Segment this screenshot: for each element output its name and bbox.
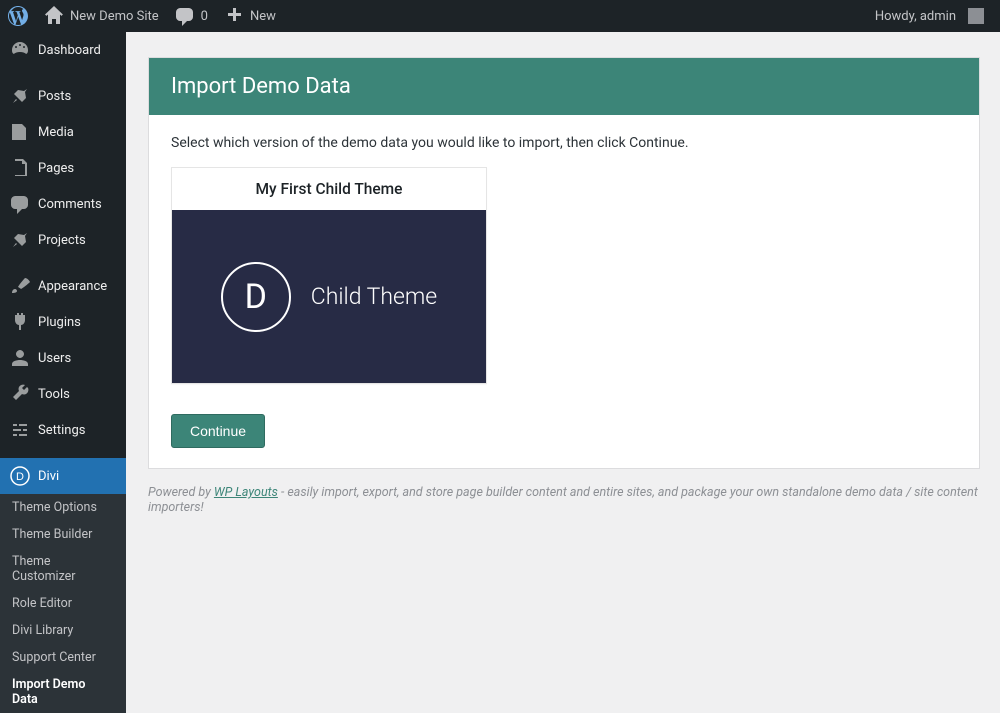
brush-icon: [10, 276, 30, 296]
panel-body: Select which version of the demo data yo…: [149, 115, 979, 468]
menu-label: Pages: [38, 161, 74, 176]
menu-label: Tools: [38, 387, 70, 402]
divi-badge: D: [221, 262, 291, 332]
menu-separator: [0, 68, 126, 78]
menu-appearance[interactable]: Appearance: [0, 268, 126, 304]
plugin-icon: [10, 312, 30, 332]
menu-label: Divi: [38, 469, 59, 484]
menu-dashboard[interactable]: Dashboard: [0, 32, 126, 68]
submenu-theme-options[interactable]: Theme Options: [0, 494, 126, 521]
new-button[interactable]: New: [216, 0, 284, 32]
comment-icon: [175, 6, 195, 26]
menu-tools[interactable]: Tools: [0, 376, 126, 412]
pages-icon: [10, 158, 30, 178]
menu-label: Plugins: [38, 315, 81, 330]
demo-card-label: Child Theme: [311, 283, 437, 310]
new-label: New: [250, 9, 276, 24]
admin-bar-left: New Demo Site 0 New: [0, 0, 284, 32]
instruction-text: Select which version of the demo data yo…: [171, 135, 957, 151]
divi-submenu: Theme Options Theme Builder Theme Custom…: [0, 494, 126, 713]
pin-icon: [10, 86, 30, 106]
wp-logo-button[interactable]: [0, 0, 36, 32]
submenu-import-demo[interactable]: Import Demo Data: [0, 671, 126, 713]
menu-label: Settings: [38, 423, 85, 438]
demo-card[interactable]: My First Child Theme D Child Theme: [171, 167, 487, 384]
submenu-support-center[interactable]: Support Center: [0, 644, 126, 671]
submenu-theme-customizer[interactable]: Theme Customizer: [0, 548, 126, 590]
demo-card-title: My First Child Theme: [172, 168, 486, 210]
admin-sidebar: Dashboard Posts Media Pages Comments Pro…: [0, 32, 126, 551]
admin-bar: New Demo Site 0 New Howdy, admin: [0, 0, 1000, 32]
menu-projects[interactable]: Projects: [0, 222, 126, 258]
menu-label: Appearance: [38, 279, 107, 294]
user-icon: [10, 348, 30, 368]
admin-bar-right: Howdy, admin: [867, 0, 992, 32]
footer-prefix: Powered by: [148, 485, 214, 500]
menu-media[interactable]: Media: [0, 114, 126, 150]
import-panel: Import Demo Data Select which version of…: [148, 57, 980, 469]
sliders-icon: [10, 420, 30, 440]
submenu-role-editor[interactable]: Role Editor: [0, 590, 126, 617]
menu-settings[interactable]: Settings: [0, 412, 126, 448]
wrench-icon: [10, 384, 30, 404]
plus-icon: [224, 6, 244, 26]
submenu-divi-library[interactable]: Divi Library: [0, 617, 126, 644]
menu-plugins[interactable]: Plugins: [0, 304, 126, 340]
menu-divi[interactable]: D Divi: [0, 458, 126, 494]
site-name-button[interactable]: New Demo Site: [36, 0, 167, 32]
footer-credit: Powered by WP Layouts - easily import, e…: [148, 485, 980, 515]
submenu-theme-builder[interactable]: Theme Builder: [0, 521, 126, 548]
menu-label: Dashboard: [38, 43, 101, 58]
svg-text:D: D: [16, 471, 24, 483]
menu-separator: [0, 258, 126, 268]
menu-pages[interactable]: Pages: [0, 150, 126, 186]
media-icon: [10, 122, 30, 142]
menu-label: Posts: [38, 89, 71, 104]
pin-icon: [10, 230, 30, 250]
menu-comments[interactable]: Comments: [0, 186, 126, 222]
menu-separator: [0, 448, 126, 458]
divi-icon: D: [10, 466, 30, 486]
menu-label: Projects: [38, 233, 86, 248]
menu-users[interactable]: Users: [0, 340, 126, 376]
comments-count: 0: [201, 9, 208, 24]
menu-label: Media: [38, 125, 74, 140]
continue-button[interactable]: Continue: [171, 414, 265, 448]
comments-icon: [10, 194, 30, 214]
account-button[interactable]: Howdy, admin: [867, 0, 992, 32]
howdy-label: Howdy, admin: [875, 9, 956, 24]
site-name-label: New Demo Site: [70, 9, 159, 24]
footer-link[interactable]: WP Layouts: [214, 485, 278, 500]
dashboard-icon: [10, 40, 30, 60]
page-title: Import Demo Data: [149, 58, 979, 115]
demo-card-image: D Child Theme: [172, 210, 486, 383]
menu-label: Comments: [38, 197, 102, 212]
comments-button[interactable]: 0: [167, 0, 216, 32]
avatar: [968, 8, 984, 24]
menu-label: Users: [38, 351, 71, 366]
home-icon: [44, 6, 64, 26]
menu-posts[interactable]: Posts: [0, 78, 126, 114]
content-area: Import Demo Data Select which version of…: [126, 32, 1000, 551]
wordpress-icon: [8, 6, 28, 26]
